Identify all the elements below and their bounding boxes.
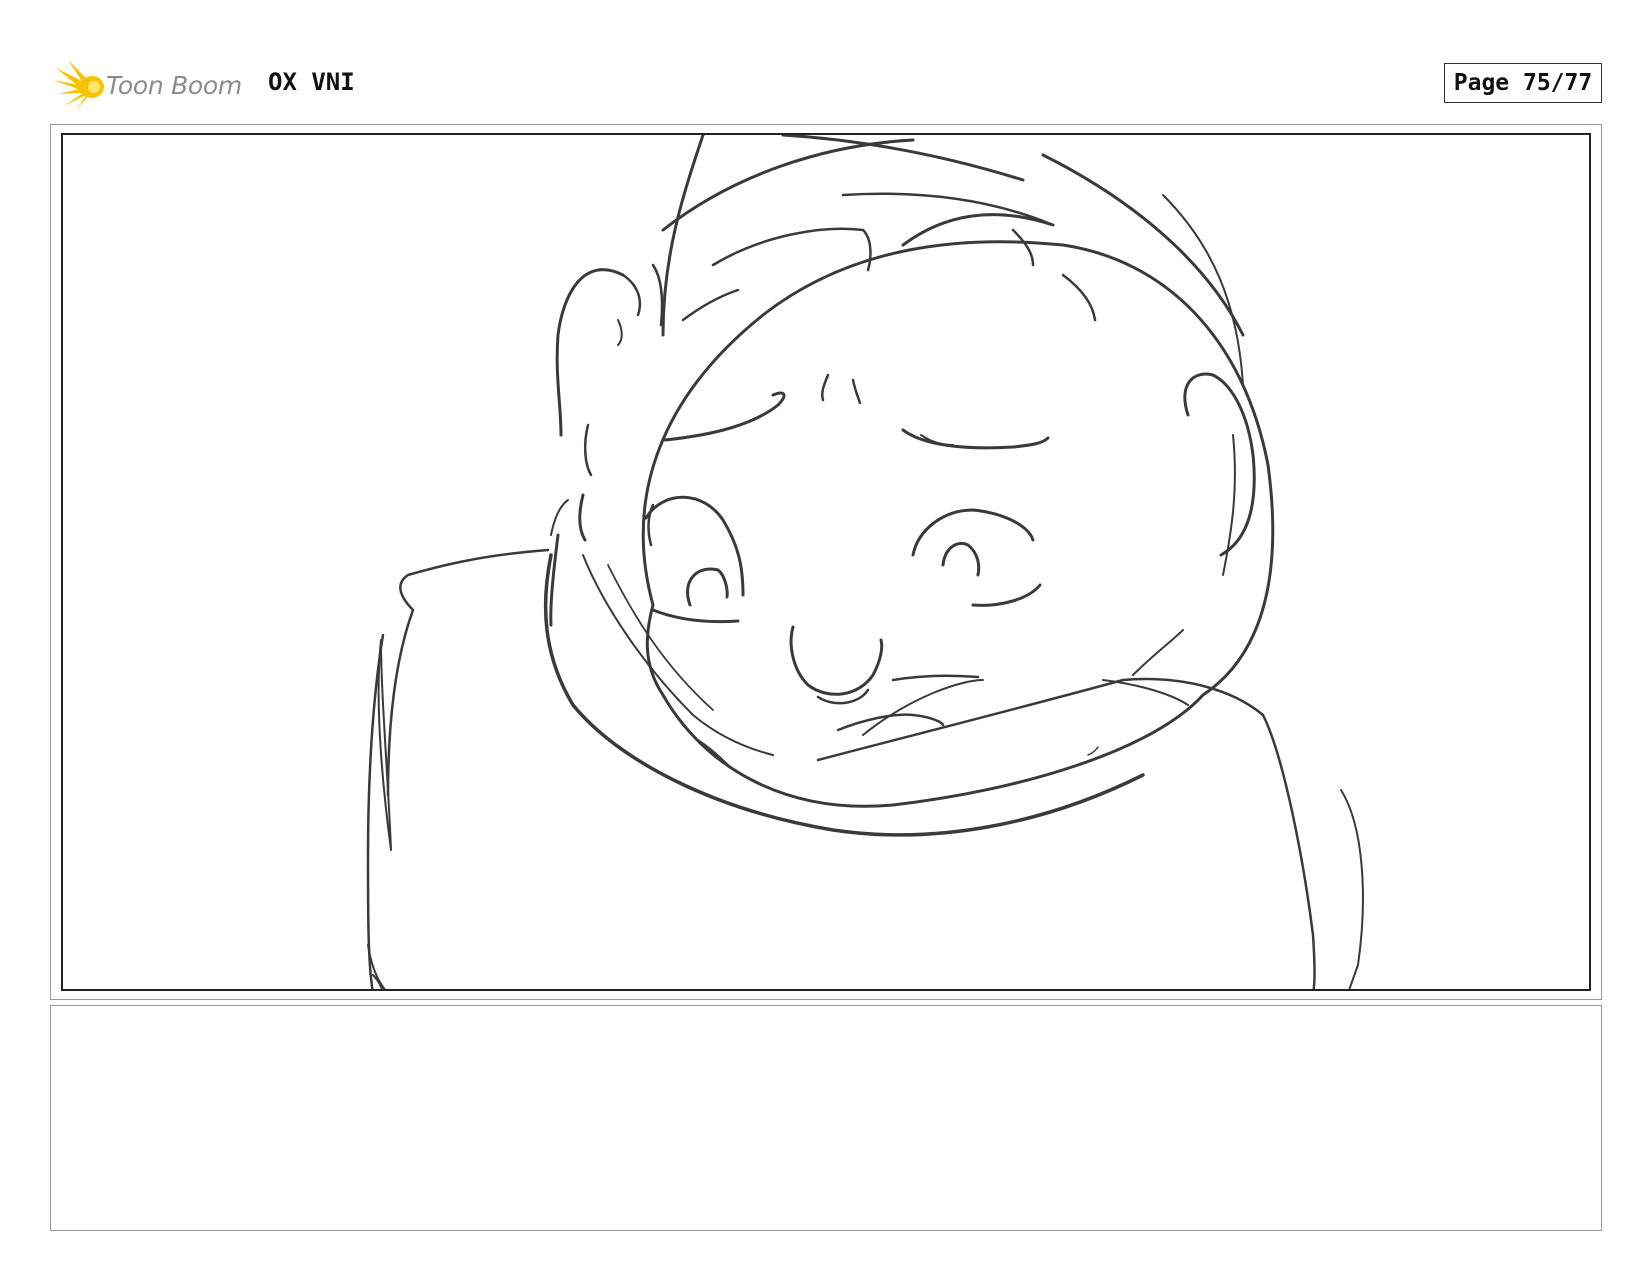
project-title: OX VNI bbox=[268, 68, 355, 96]
notes-box bbox=[50, 1005, 1602, 1231]
logo-burst-icon bbox=[54, 60, 104, 110]
character-sketch bbox=[366, 135, 1364, 989]
storyboard-panel bbox=[61, 133, 1591, 991]
logo-text: Toon Boom bbox=[106, 70, 242, 100]
page-indicator: Page 75/77 bbox=[1444, 63, 1602, 103]
toon-boom-logo: Toon Boom bbox=[54, 58, 254, 112]
